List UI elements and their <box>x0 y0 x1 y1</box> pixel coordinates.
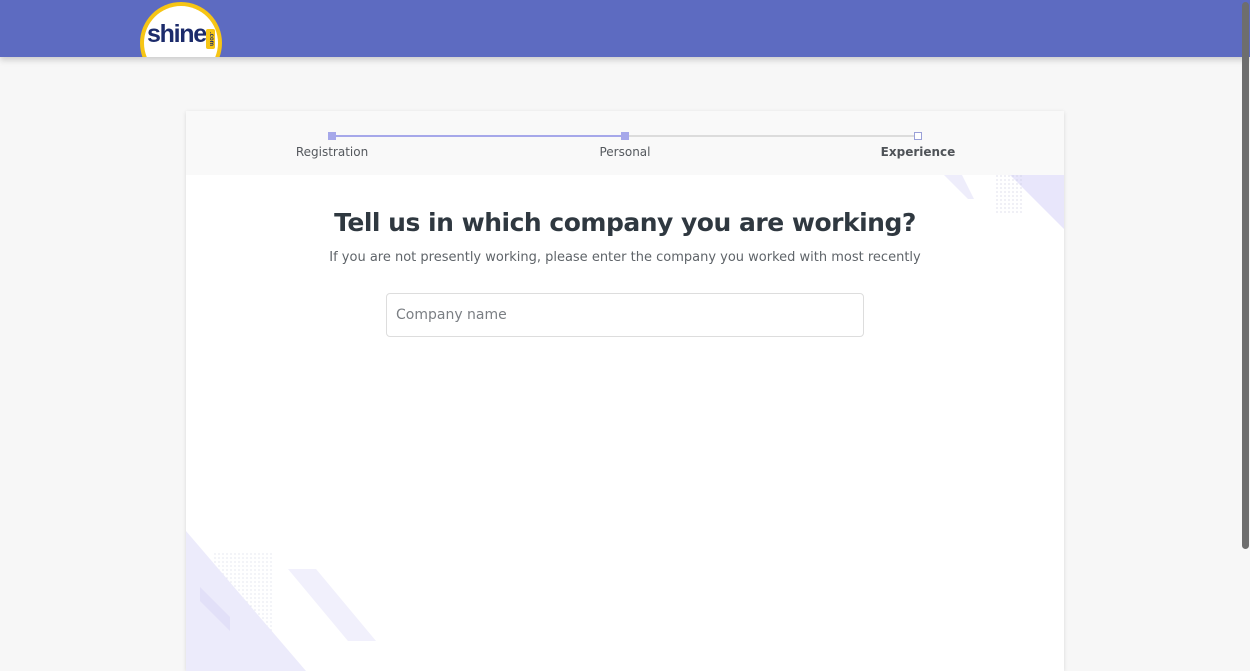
step-dot-experience <box>914 132 922 140</box>
step-label-experience: Experience <box>880 145 956 159</box>
step-dot-registration <box>328 132 336 140</box>
logo-text: shine <box>147 20 207 48</box>
company-name-input[interactable] <box>386 293 864 337</box>
step-dot-personal <box>621 132 629 140</box>
scrollbar-thumb[interactable] <box>1242 2 1249 549</box>
registration-card: Registration Personal Experience Tell us… <box>186 111 1064 671</box>
page-title: Tell us in which company you are working… <box>334 208 916 237</box>
step-label-personal: Personal <box>599 145 651 159</box>
shine-logo[interactable]: shine .com <box>140 2 222 57</box>
progress-stepper: Registration Personal Experience <box>186 111 1064 175</box>
step-label-registration: Registration <box>295 145 369 159</box>
decorative-pattern-bottom-left <box>186 531 376 671</box>
page-scrollbar[interactable] <box>1240 0 1250 651</box>
step-connector-2 <box>625 135 918 137</box>
page-subtitle: If you are not presently working, please… <box>329 250 921 265</box>
top-header-bar: shine .com <box>0 0 1250 57</box>
step-connector-1 <box>332 135 625 137</box>
logo-suffix: .com <box>206 29 215 49</box>
